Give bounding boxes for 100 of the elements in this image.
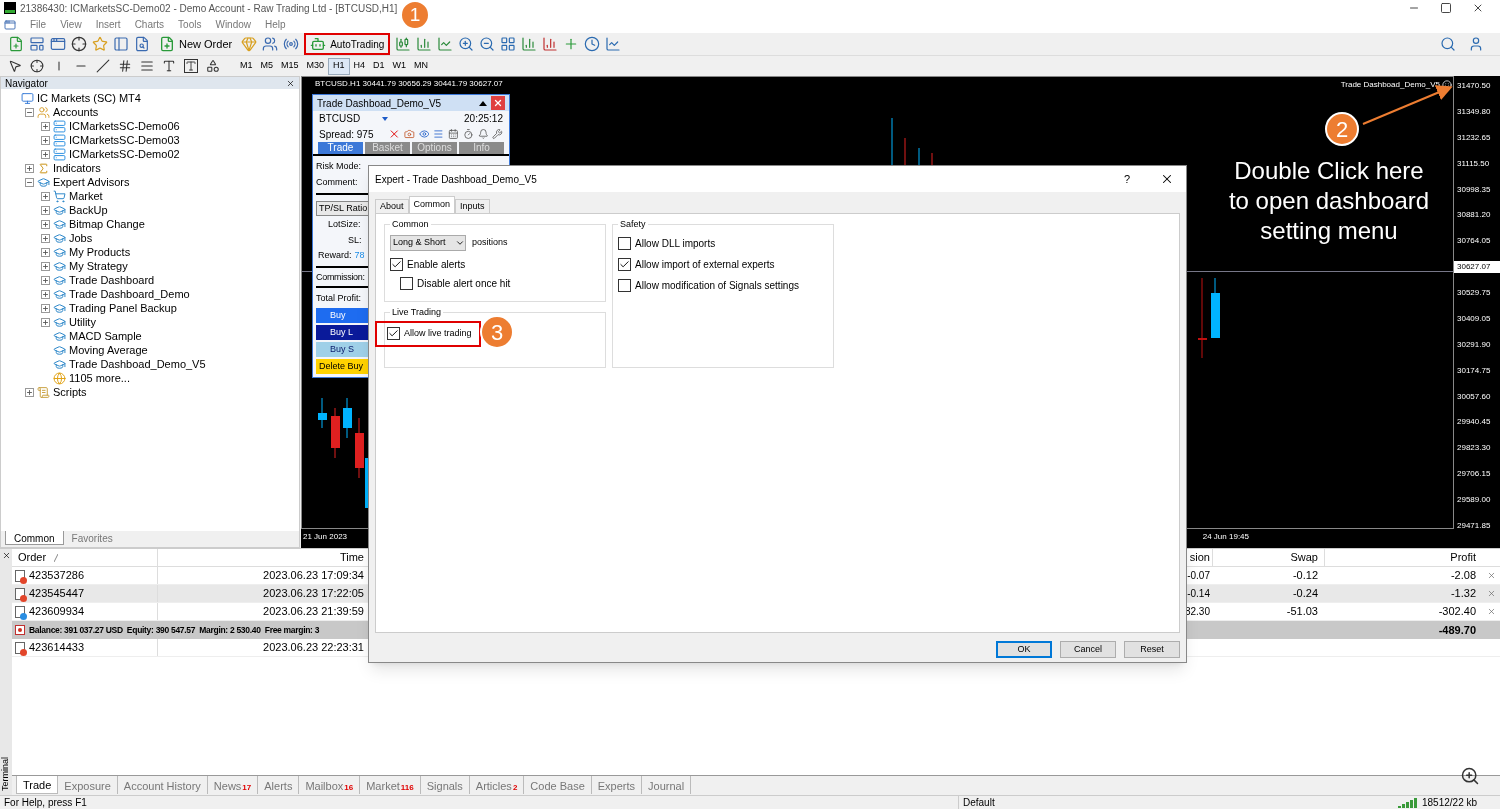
text-label-icon[interactable] xyxy=(184,59,198,73)
bell-icon[interactable] xyxy=(477,128,489,140)
panel-tab[interactable]: Trade xyxy=(318,142,363,154)
menu-item[interactable]: File xyxy=(30,17,47,32)
line-chart-icon[interactable] xyxy=(437,36,454,52)
text-tool-icon[interactable] xyxy=(162,59,176,73)
help-button[interactable]: ? xyxy=(1123,170,1130,188)
expand-icon[interactable] xyxy=(41,135,50,145)
expand-icon[interactable] xyxy=(41,261,50,271)
checkbox[interactable] xyxy=(387,327,400,340)
eye-icon[interactable] xyxy=(418,128,430,140)
users-icon xyxy=(37,105,50,119)
timeframe-button[interactable]: M15 xyxy=(277,57,303,75)
cursor-icon[interactable] xyxy=(8,59,22,73)
expand-icon[interactable] xyxy=(41,233,50,243)
menu-item[interactable]: View xyxy=(60,17,82,32)
expand-icon[interactable] xyxy=(41,205,50,215)
close-icon[interactable] xyxy=(1472,2,1484,14)
timeframe-button[interactable]: M30 xyxy=(302,57,329,75)
panel-tab[interactable]: Favorites xyxy=(63,531,121,545)
menu-item[interactable]: Tools xyxy=(178,17,202,32)
search-icon[interactable] xyxy=(1440,36,1456,52)
star-icon[interactable] xyxy=(92,36,108,52)
dropdown-icon[interactable] xyxy=(382,116,389,121)
expand-icon[interactable] xyxy=(41,121,50,131)
expand-icon[interactable] xyxy=(41,289,50,299)
crosshair-icon[interactable] xyxy=(30,59,44,73)
expand-icon[interactable] xyxy=(41,191,50,201)
expand-icon[interactable] xyxy=(25,387,34,397)
new-order-button[interactable]: New Order xyxy=(155,35,237,53)
expand-icon[interactable] xyxy=(41,303,50,313)
zoom-out-icon[interactable] xyxy=(479,36,496,52)
expand-icon[interactable] xyxy=(41,219,50,229)
menu-item[interactable]: Charts xyxy=(134,17,165,32)
checkbox[interactable] xyxy=(390,257,403,271)
tile-windows-icon[interactable] xyxy=(500,36,517,52)
terminal-tab[interactable]: Account History xyxy=(117,776,208,794)
expand-icon[interactable] xyxy=(41,317,50,327)
balance-summary: Balance: 391 037.27 USD Equity: 390 547.57 Margin: 2 530.40 Free margin: 3 xyxy=(29,623,320,637)
expert-label[interactable]: Trade Dashboad_Demo_V5 xyxy=(1340,79,1440,91)
panel-tab[interactable]: Common xyxy=(5,531,64,545)
time-label: 21 Jun 2023 xyxy=(303,531,348,543)
dialog-tab[interactable]: Common xyxy=(408,196,456,213)
bar-chart-icon[interactable] xyxy=(416,36,433,52)
column-header[interactable]: Order xyxy=(18,549,47,566)
checkbox[interactable] xyxy=(618,278,631,292)
checkbox[interactable] xyxy=(400,276,413,290)
wrench-icon[interactable] xyxy=(492,128,504,140)
clock-icon[interactable] xyxy=(584,36,601,52)
timeframe-button[interactable]: M1 xyxy=(236,57,257,75)
close-button[interactable] xyxy=(491,96,505,110)
autotrading-button[interactable]: AutoTrading xyxy=(304,33,391,55)
menu-item[interactable]: Insert xyxy=(95,17,121,32)
terminal-tab[interactable]: Journal xyxy=(642,776,692,794)
signal-icon[interactable] xyxy=(283,36,300,52)
checkbox[interactable] xyxy=(618,257,631,271)
dialog-button[interactable]: OK xyxy=(996,641,1052,658)
timer-icon[interactable] xyxy=(462,128,474,140)
restore-icon[interactable] xyxy=(1440,2,1452,14)
timeframe-button[interactable]: H1 xyxy=(328,57,350,75)
column-header[interactable]: Time xyxy=(158,549,370,566)
panel-icon[interactable] xyxy=(113,36,129,52)
terminal-tab[interactable]: Exposure xyxy=(58,776,118,794)
close-icon[interactable] xyxy=(286,78,295,88)
camera-icon[interactable] xyxy=(404,128,415,140)
expand-icon[interactable] xyxy=(41,275,50,285)
table-cell-text: -51.03 xyxy=(1285,604,1319,620)
close-icon[interactable] xyxy=(1,551,11,560)
new-chart-icon[interactable] xyxy=(8,36,24,52)
expand-icon[interactable] xyxy=(41,247,50,257)
calendar-icon[interactable] xyxy=(448,128,459,140)
column-header[interactable]: Profit xyxy=(1324,549,1482,566)
timeframe-button[interactable]: MN xyxy=(410,57,433,75)
positions-select[interactable]: Long & Short xyxy=(390,234,466,251)
terminal-tab[interactable]: Experts xyxy=(591,776,643,794)
expand-icon[interactable] xyxy=(25,163,34,173)
close-icon[interactable] xyxy=(1160,172,1174,186)
dialog-button[interactable]: Reset xyxy=(1124,641,1180,658)
menu-item[interactable]: Help xyxy=(265,17,286,32)
timeframe-button[interactable]: W1 xyxy=(388,57,411,75)
trendline-icon[interactable] xyxy=(96,59,110,73)
checkbox[interactable] xyxy=(618,236,631,250)
user-icon[interactable] xyxy=(1468,36,1484,52)
terminal-tab[interactable]: Signals xyxy=(420,776,470,794)
crosshair-icon[interactable] xyxy=(71,36,87,52)
timeframe-button[interactable]: H4 xyxy=(349,57,370,75)
column-header[interactable]: Swap xyxy=(1212,549,1324,566)
expand-icon[interactable] xyxy=(41,149,50,159)
people-icon[interactable] xyxy=(262,36,279,52)
timeframe-button[interactable]: D1 xyxy=(369,57,389,75)
candlestick-icon[interactable] xyxy=(395,36,412,52)
menu-item[interactable]: Window xyxy=(215,17,252,32)
dialog-button[interactable]: Cancel xyxy=(1060,641,1116,658)
terminal-tab[interactable]: Trade xyxy=(16,776,59,794)
zoom-in-icon[interactable] xyxy=(1460,766,1480,786)
terminal-tab[interactable]: Code Base xyxy=(524,776,592,794)
time-label: 24 Jun 19:45 xyxy=(1202,531,1249,543)
terminal-tab[interactable]: Alerts xyxy=(258,776,300,794)
shapes-icon[interactable] xyxy=(206,59,220,73)
timeframe-button[interactable]: M5 xyxy=(256,57,278,75)
